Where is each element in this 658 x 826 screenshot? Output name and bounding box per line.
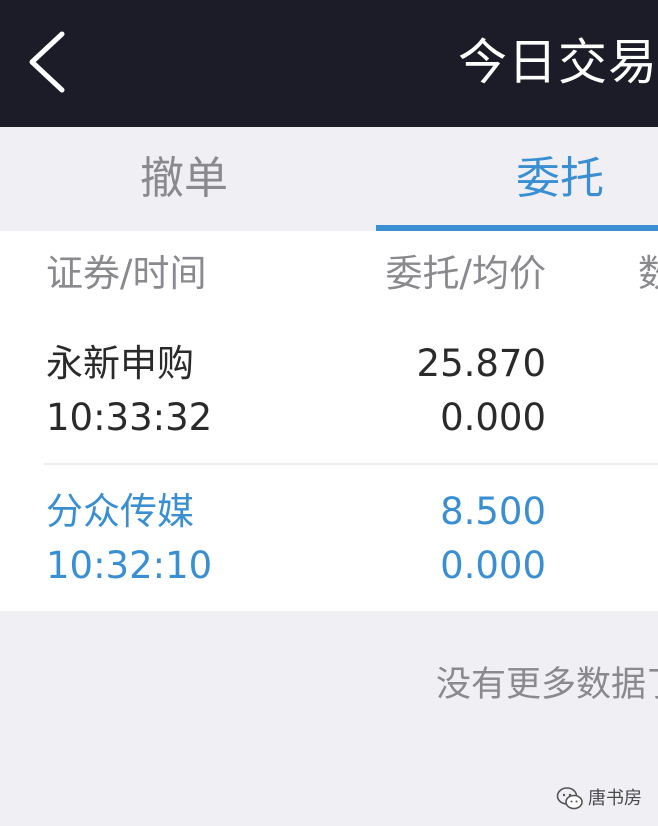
top-navbar: 今日交易: [0, 0, 658, 127]
tab-orders[interactable]: 委托: [376, 127, 658, 231]
table-row[interactable]: 永新申购 10:33:32 25.870 0.000: [0, 317, 658, 465]
today-trades-screen: 今日交易 撤单 委托 证券/时间 委托/均价 数 永新申购 10:33:32 2…: [0, 0, 658, 826]
order-time: 10:33:32: [46, 396, 213, 439]
page-title: 今日交易: [458, 34, 658, 91]
order-price: 8.500: [440, 490, 546, 533]
watermark-text: 唐书房: [588, 788, 642, 809]
column-header-security-time: 证券/时间: [46, 252, 207, 295]
tab-cancel-order[interactable]: 撤单: [0, 127, 376, 231]
order-time: 10:32:10: [46, 544, 213, 587]
tab-bar: 撤单 委托: [0, 127, 658, 231]
order-price: 25.870: [416, 342, 546, 385]
security-name: 分众传媒: [46, 490, 194, 533]
back-button[interactable]: [22, 30, 78, 94]
tab-label: 委托: [516, 153, 604, 204]
column-header-quantity: 数: [638, 252, 658, 295]
average-price: 0.000: [440, 544, 546, 587]
table-row[interactable]: 分众传媒 10:32:10 8.500 0.000: [0, 465, 658, 613]
list-header: 证券/时间 委托/均价 数: [0, 231, 658, 317]
security-name: 永新申购: [46, 342, 194, 385]
tab-label: 撤单: [140, 153, 228, 204]
column-header-price-avg: 委托/均价: [385, 252, 546, 295]
chevron-left-icon: [29, 31, 65, 93]
watermark: 唐书房: [556, 782, 656, 818]
average-price: 0.000: [440, 396, 546, 439]
no-more-data-text: 没有更多数据了: [436, 665, 658, 705]
orders-list: 证券/时间 委托/均价 数 永新申购 10:33:32 25.870 0.000…: [0, 231, 658, 611]
wechat-logo-icon: [556, 787, 583, 810]
